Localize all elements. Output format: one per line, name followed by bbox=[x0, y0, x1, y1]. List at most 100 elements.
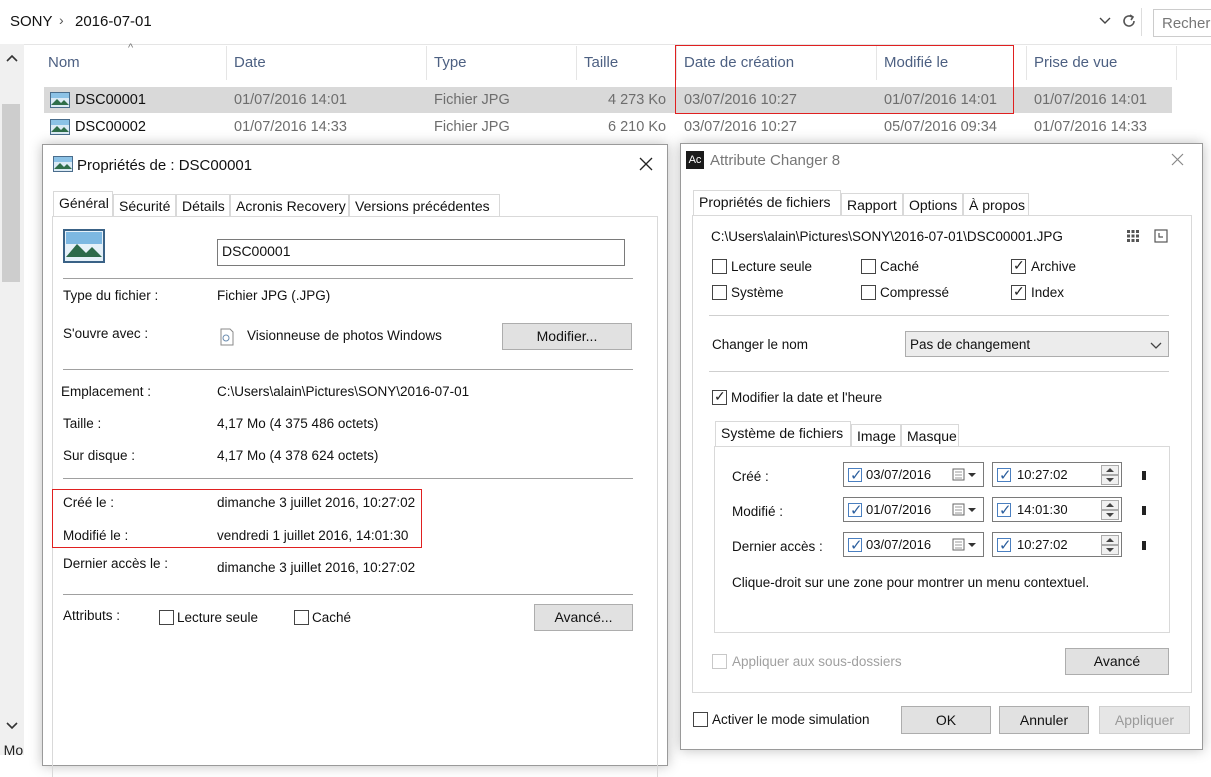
scroll-up-icon[interactable] bbox=[6, 50, 18, 66]
compressed-checkbox[interactable] bbox=[861, 285, 876, 300]
checkmark-icon: ✓ bbox=[999, 502, 1012, 519]
attribute-changer-dialog: Ac Attribute Changer 8 Propriétés de fic… bbox=[680, 143, 1203, 750]
created-date: 03/07/2016 bbox=[866, 467, 932, 482]
column-divider[interactable] bbox=[1026, 46, 1027, 80]
system-label: Système bbox=[731, 285, 784, 300]
accessed-value: dimanche 3 juillet 2016, 10:27:02 bbox=[217, 560, 416, 575]
calendar-icon[interactable] bbox=[952, 538, 980, 555]
apply-button[interactable]: Appliquer bbox=[1099, 706, 1190, 734]
history-dropdown-icon[interactable] bbox=[1098, 14, 1112, 31]
file-size: 4 273 Ko bbox=[608, 92, 667, 108]
subfolders-checkbox[interactable] bbox=[712, 654, 727, 669]
readonly-label: Lecture seule bbox=[177, 610, 259, 625]
accessed-time-spinner[interactable]: ✓ 10:27:02 bbox=[992, 532, 1122, 557]
column-header-type[interactable]: Type bbox=[434, 54, 467, 71]
tab-acronis-recovery[interactable]: Acronis Recovery bbox=[230, 194, 349, 216]
divider bbox=[63, 594, 633, 595]
sort-ascending-icon: ^ bbox=[128, 42, 134, 54]
readonly-checkbox[interactable] bbox=[712, 259, 727, 274]
tab-file-properties[interactable]: Propriétés de fichiers bbox=[693, 190, 841, 215]
advanced-button[interactable]: Avancé... bbox=[534, 604, 633, 631]
clock-icon[interactable] bbox=[1154, 229, 1168, 246]
divider bbox=[709, 371, 1169, 372]
divider bbox=[1141, 8, 1142, 36]
tab-about[interactable]: À propos bbox=[963, 193, 1029, 215]
rename-dropdown-value: Pas de changement bbox=[910, 337, 1031, 352]
close-icon[interactable] bbox=[639, 157, 653, 174]
app-logo-icon: Ac bbox=[686, 151, 704, 169]
filename-field[interactable]: DSC00001 bbox=[217, 239, 625, 266]
tab-details[interactable]: Détails bbox=[176, 194, 230, 216]
created-time-spinner[interactable]: ✓ 10:27:02 bbox=[992, 462, 1122, 487]
close-icon[interactable] bbox=[1171, 153, 1184, 169]
cancel-button[interactable]: Annuler bbox=[999, 706, 1089, 734]
vertical-scrollbar[interactable] bbox=[0, 44, 24, 755]
file-taken: 01/07/2016 14:01 bbox=[1034, 92, 1147, 108]
pin-icon[interactable] bbox=[1142, 471, 1146, 480]
image-file-icon bbox=[50, 119, 70, 138]
divider bbox=[709, 315, 1169, 316]
column-header-taken[interactable]: Prise de vue bbox=[1034, 54, 1117, 71]
column-divider[interactable] bbox=[226, 46, 227, 80]
breadcrumb-folder[interactable]: 2016-07-01 bbox=[75, 13, 152, 30]
archive-checkbox[interactable] bbox=[1011, 257, 1026, 274]
highlight-box bbox=[675, 45, 1014, 114]
column-divider[interactable] bbox=[1176, 46, 1177, 80]
dialog-title: Propriétés de : DSC00001 bbox=[77, 157, 253, 174]
file-name: DSC00001 bbox=[75, 92, 146, 108]
column-header-size[interactable]: Taille bbox=[584, 54, 618, 71]
tab-options[interactable]: Options bbox=[903, 193, 963, 215]
spinner-icon[interactable] bbox=[1101, 465, 1119, 488]
archive-label: Archive bbox=[1031, 259, 1077, 274]
ok-button[interactable]: OK bbox=[901, 706, 991, 734]
column-header-name[interactable]: Nom bbox=[48, 54, 80, 71]
tab-previous-versions[interactable]: Versions précédentes bbox=[349, 194, 500, 216]
opens-with-value: Visionneuse de photos Windows bbox=[247, 328, 442, 343]
created-date-picker[interactable]: ✓ 03/07/2016 bbox=[843, 462, 984, 487]
modified-time-spinner[interactable]: ✓ 14:01:30 bbox=[992, 497, 1122, 522]
calendar-icon[interactable] bbox=[952, 468, 980, 485]
tab-bar: Propriétés de fichiers Rapport Options À… bbox=[693, 190, 1191, 215]
modified-time: 14:01:30 bbox=[1017, 502, 1068, 517]
file-path: C:\Users\alain\Pictures\SONY\2016-07-01\… bbox=[711, 229, 1063, 244]
tab-general[interactable]: Général bbox=[53, 191, 113, 216]
checkmark-icon: ✓ bbox=[850, 537, 863, 554]
scroll-down-icon[interactable] bbox=[6, 718, 18, 734]
grid-view-icon[interactable] bbox=[1126, 229, 1140, 246]
system-checkbox[interactable] bbox=[712, 285, 727, 300]
location-value: C:\Users\alain\Pictures\SONY\2016-07-01 bbox=[217, 384, 470, 399]
subtab-image[interactable]: Image bbox=[851, 424, 901, 446]
modify-button[interactable]: Modifier... bbox=[502, 323, 632, 350]
modified-date-picker[interactable]: ✓ 01/07/2016 bbox=[843, 497, 984, 522]
accessed-date-picker[interactable]: ✓ 03/07/2016 bbox=[843, 532, 984, 557]
rename-dropdown[interactable]: Pas de changement bbox=[905, 331, 1169, 357]
refresh-icon[interactable] bbox=[1120, 12, 1138, 33]
file-row[interactable]: DSC00002 01/07/2016 14:33 Fichier JPG 6 … bbox=[44, 114, 1172, 140]
breadcrumb-sony[interactable]: SONY bbox=[10, 13, 53, 30]
readonly-checkbox[interactable] bbox=[159, 610, 174, 625]
search-input[interactable]: Rechercher bbox=[1153, 9, 1211, 37]
accessed-time: 10:27:02 bbox=[1017, 537, 1068, 552]
calendar-icon[interactable] bbox=[952, 503, 980, 520]
column-divider[interactable] bbox=[576, 46, 577, 80]
column-header-date[interactable]: Date bbox=[234, 54, 266, 71]
spinner-icon[interactable] bbox=[1101, 535, 1119, 558]
spinner-icon[interactable] bbox=[1101, 500, 1119, 523]
simulation-checkbox[interactable] bbox=[693, 712, 708, 727]
subtab-mask[interactable]: Masque bbox=[901, 424, 959, 446]
subtab-filesystem[interactable]: Système de fichiers bbox=[715, 421, 851, 446]
modify-datetime-checkbox[interactable] bbox=[712, 388, 727, 405]
tab-report[interactable]: Rapport bbox=[841, 193, 903, 215]
pin-icon[interactable] bbox=[1142, 541, 1146, 550]
scrollbar-thumb[interactable] bbox=[2, 104, 20, 282]
index-checkbox[interactable] bbox=[1011, 283, 1026, 300]
advanced-button[interactable]: Avancé bbox=[1065, 648, 1169, 675]
tab-security[interactable]: Sécurité bbox=[113, 194, 176, 216]
column-divider[interactable] bbox=[426, 46, 427, 80]
pin-icon[interactable] bbox=[1142, 506, 1146, 515]
breadcrumb-separator-icon: › bbox=[59, 12, 64, 28]
file-type: Fichier JPG bbox=[434, 92, 510, 108]
modified-date: 01/07/2016 bbox=[866, 502, 932, 517]
hidden-checkbox[interactable] bbox=[294, 610, 309, 625]
hidden-checkbox[interactable] bbox=[861, 259, 876, 274]
